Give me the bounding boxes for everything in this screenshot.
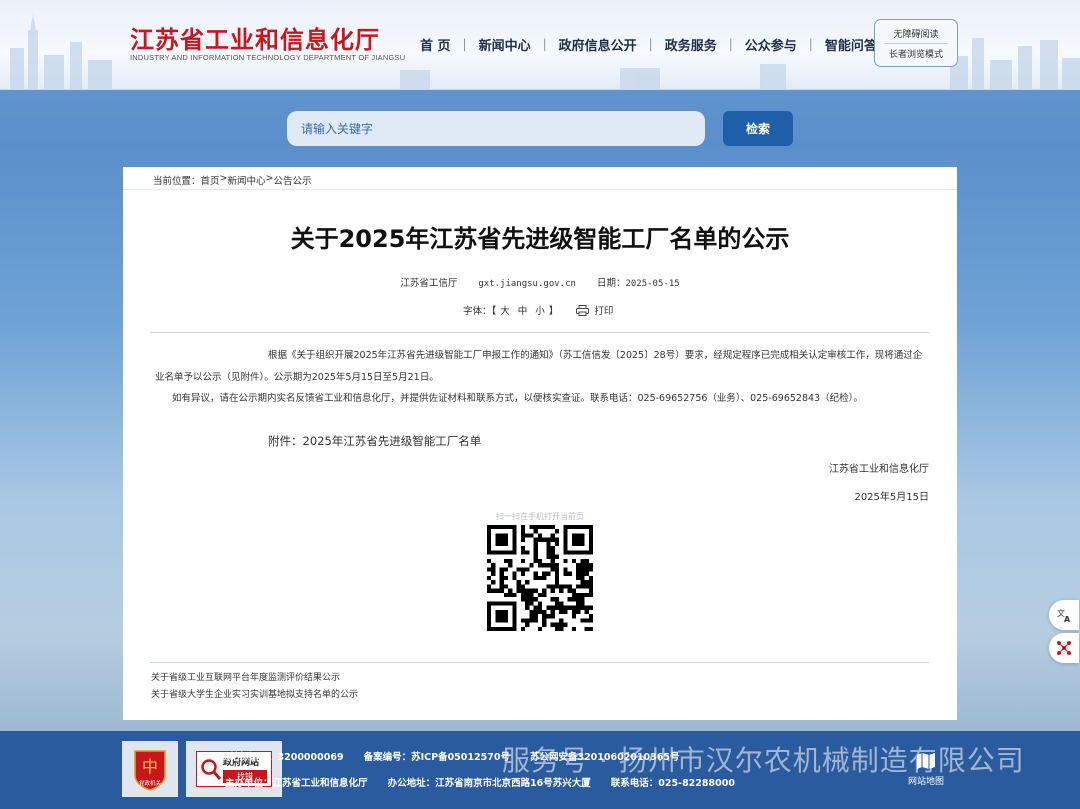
font-small-button[interactable]: 小 <box>535 303 545 317</box>
elder-mode-link[interactable]: 长者浏览模式 <box>889 44 943 63</box>
article-card: 当前位置： 首页 > 新闻中心 > 公告公示 关于2025年江苏省先进级智能工厂… <box>123 167 957 720</box>
article-date: 日期：2025-05-15 <box>597 278 680 289</box>
nav-services[interactable]: 政务服务 <box>653 35 729 54</box>
translate-icon: 文 A <box>1057 608 1071 623</box>
map-icon <box>917 752 935 769</box>
search-input[interactable] <box>287 111 705 146</box>
divider <box>150 662 929 663</box>
font-label-end: 】 <box>548 306 559 317</box>
accessibility-reading-link[interactable]: 无障碍阅读 <box>893 24 938 43</box>
font-size-controls: 字体：【 大 中 小 】 打印 <box>463 303 613 317</box>
attachment-label: 附件： <box>268 434 303 448</box>
host-unit: 主办单位：江苏省工业和信息化厅 <box>225 778 368 789</box>
related-link[interactable]: 关于省级工业互联网平台年度监测评价结果公示 <box>151 670 340 683</box>
accessibility-panel: 无障碍阅读 长者浏览模式 <box>874 19 958 67</box>
divider <box>150 332 929 333</box>
breadcrumb-prefix: 当前位置： <box>153 176 201 187</box>
article-domain: gxt.jiangsu.gov.cn <box>478 279 576 289</box>
translate-button[interactable]: 文 A <box>1049 600 1079 630</box>
site-logo-subtitle: INDUSTRY AND INFORMATION TECHNOLOGY DEPA… <box>130 53 406 62</box>
nav-home[interactable]: 首 页 <box>408 35 463 54</box>
qr-caption: 扫一扫在手机打开当前页 <box>496 512 584 521</box>
site-header: 江苏省工业和信息化厅 INDUSTRY AND INFORMATION TECH… <box>0 0 1080 90</box>
date-value: 2025-05-15 <box>625 279 680 289</box>
qr-code-icon <box>487 525 593 631</box>
font-medium-button[interactable]: 中 <box>518 303 528 317</box>
breadcrumb: 当前位置： 首页 > 新闻中心 > 公告公示 <box>153 173 312 187</box>
article-sign-date: 2025年5月15日 <box>854 492 929 503</box>
search-button[interactable]: 检索 <box>723 111 793 146</box>
nav-gov-info[interactable]: 政府信息公开 <box>547 35 649 54</box>
site-id: 网站标识码：3200000069 <box>220 752 344 763</box>
article-title: 关于2025年江苏省先进级智能工厂名单的公示 <box>290 225 790 253</box>
print-button[interactable]: 打印 <box>576 303 613 317</box>
nav-news[interactable]: 新闻中心 <box>467 35 543 54</box>
article-paragraph: 根据《关于组织开展2025年江苏省先进级智能工厂申报工作的通知》（苏工信信发〔2… <box>155 350 923 383</box>
font-label: 字体：【 <box>463 306 497 317</box>
sitemap-link[interactable]: 网站地图 <box>895 741 957 797</box>
related-link[interactable]: 关于省级大学生企业实习实训基地拟支持名单的公示 <box>151 687 358 700</box>
date-label: 日期： <box>596 278 626 289</box>
article-meta: 江苏省工信厅 gxt.jiangsu.gov.cn 日期：2025-05-15 <box>123 275 957 289</box>
breadcrumb-notices[interactable]: 公告公示 <box>273 173 311 187</box>
print-label: 打印 <box>594 306 614 317</box>
attachment: 附件：2025年江苏省先进级智能工厂名单 <box>268 433 481 449</box>
article-body: 根据《关于组织开展2025年江苏省先进级智能工厂申报工作的通知》（苏工信信发〔2… <box>155 345 929 410</box>
article-paragraph: 如有异议，请在公示期内实名反馈省工业和信息化厅，并提供佐证材料和联系方式，以便核… <box>172 393 863 404</box>
share-button[interactable] <box>1049 633 1079 663</box>
site-footer: 中 党政机关 政府网站 找错 网站标识码：3200000069 备案编号：苏IC… <box>0 731 1080 809</box>
breadcrumb-separator: > <box>219 173 228 184</box>
printer-icon <box>576 304 590 316</box>
share-network-icon <box>1057 641 1071 655</box>
font-large-button[interactable]: 大 <box>500 303 510 317</box>
breadcrumb-separator: > <box>265 173 274 184</box>
site-logo-title[interactable]: 江苏省工业和信息化厅 <box>130 20 380 55</box>
nav-participation[interactable]: 公众参与 <box>733 35 809 54</box>
attachment-link[interactable]: 2025年江苏省先进级智能工厂名单 <box>303 434 482 448</box>
svg-text:A: A <box>1064 615 1071 623</box>
breadcrumb-home[interactable]: 首页 <box>201 173 220 187</box>
breadcrumb-news[interactable]: 新闻中心 <box>228 173 266 187</box>
article-signature: 江苏省工业和信息化厅 <box>829 464 929 475</box>
main-nav: 首 页 | 新闻中心 | 政府信息公开 | 政务服务 | 公众参与 | 智能问答 <box>408 34 889 54</box>
article-source: 江苏省工信厅 <box>400 278 458 289</box>
sitemap-label: 网站地图 <box>907 776 944 787</box>
divider <box>123 189 957 190</box>
icp-record[interactable]: 备案编号：苏ICP备05012570号 <box>364 749 510 763</box>
